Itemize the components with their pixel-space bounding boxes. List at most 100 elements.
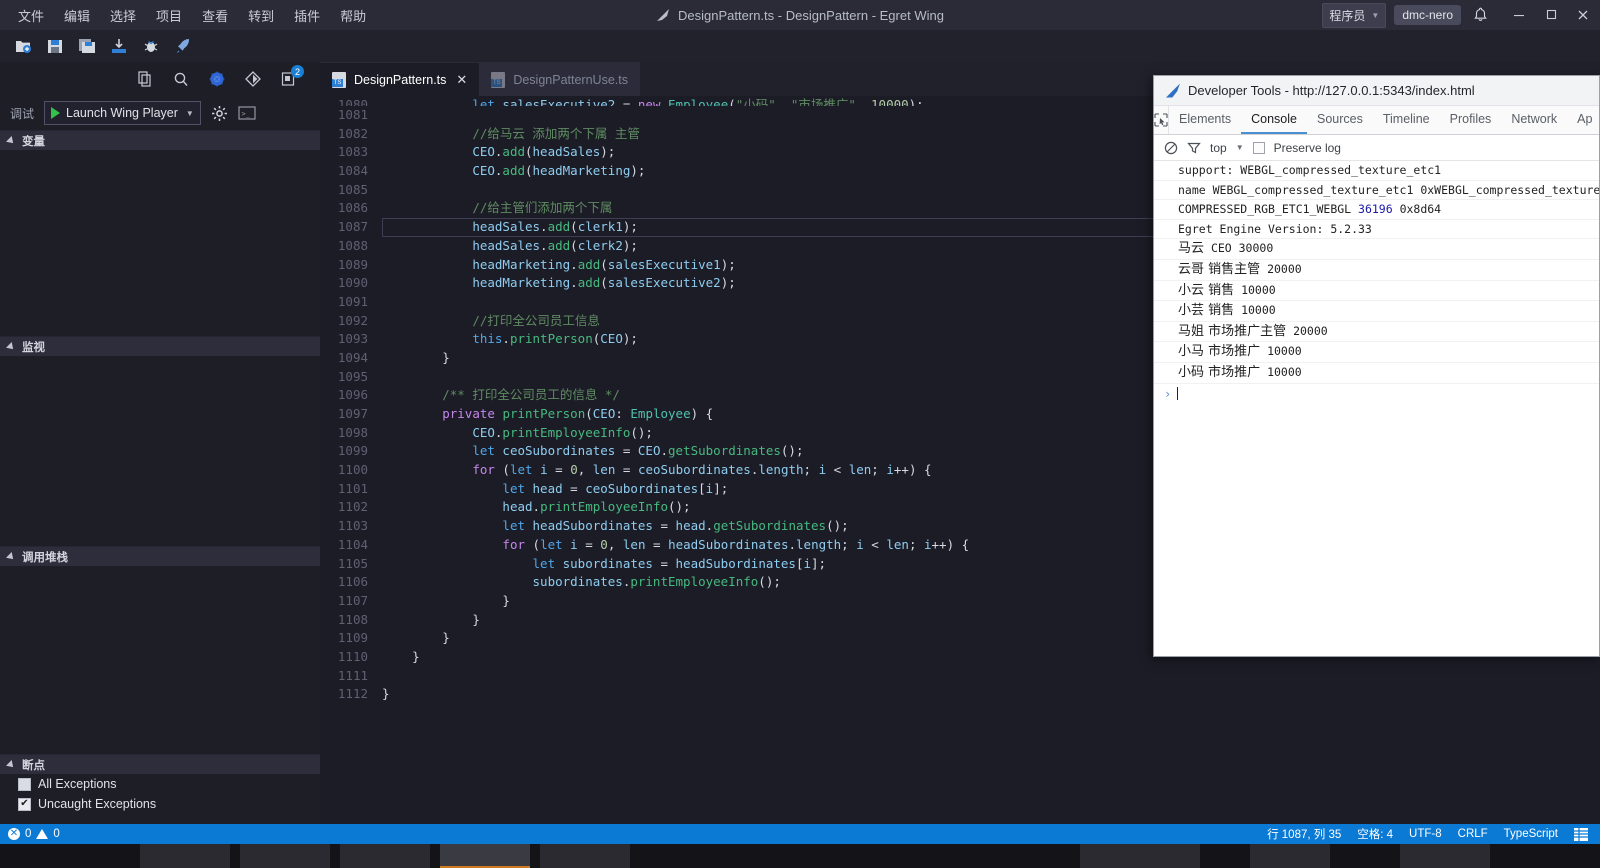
breakpoint-all-exceptions[interactable]: All Exceptions — [0, 774, 320, 794]
filter-icon[interactable] — [1187, 141, 1201, 155]
run-rocket-icon[interactable] — [168, 33, 198, 59]
developer-tools-window: Developer Tools - http://127.0.0.1:5343/… — [1153, 75, 1600, 657]
prompt-arrow-icon: › — [1164, 386, 1172, 401]
save-all-icon[interactable] — [72, 33, 102, 59]
section-variables[interactable]: 变量 — [0, 130, 320, 150]
section-watch[interactable]: 监视 — [0, 336, 320, 356]
line-number: 1106 — [337, 574, 368, 590]
gear-icon[interactable] — [211, 105, 228, 122]
cursor-position[interactable]: 行 1087, 列 35 — [1267, 826, 1341, 842]
line-number: 1108 — [337, 611, 368, 627]
indentation[interactable]: 空格: 4 — [1357, 826, 1393, 842]
tab-label: DesignPattern.ts — [354, 72, 447, 87]
menu-item-plugins[interactable]: 插件 — [284, 2, 330, 29]
line-number: 1112 — [337, 686, 368, 702]
section-title-variables: 变量 — [22, 135, 45, 148]
menu-item-project[interactable]: 项目 — [146, 2, 192, 29]
devtools-tab-console[interactable]: Console — [1241, 106, 1307, 134]
taskbar-item[interactable] — [1080, 844, 1200, 868]
editor-layout-icon[interactable] — [1574, 827, 1588, 841]
role-selector-label: 程序员 — [1329, 8, 1366, 23]
line-number: 1107 — [337, 592, 368, 608]
section-call-stack[interactable]: 调用堆栈 — [0, 546, 320, 566]
taskbar-item-active[interactable] — [440, 844, 530, 868]
encoding[interactable]: UTF-8 — [1409, 828, 1442, 840]
console-line: 马姐 市场推广主管 20000 — [1154, 322, 1599, 343]
egret-wing-window: 文件 编辑 选择 项目 查看 转到 插件 帮助 DesignPattern.ts… — [0, 0, 1600, 868]
console-line: 小马 市场推广 10000 — [1154, 342, 1599, 363]
notification-bell-icon[interactable] — [1473, 7, 1488, 23]
menu-item-select[interactable]: 选择 — [100, 2, 146, 29]
close-icon[interactable]: ✕ — [456, 72, 467, 88]
svg-text:>_: >_ — [241, 110, 250, 118]
minimize-button[interactable] — [1504, 0, 1534, 30]
menu-item-goto[interactable]: 转到 — [238, 2, 284, 29]
line-number: 1086 — [337, 200, 368, 216]
console-input-prompt[interactable]: › — [1154, 384, 1599, 404]
debug-console-icon[interactable]: >_ — [238, 106, 256, 120]
code-text[interactable]: } — [382, 685, 1600, 704]
tab-design-pattern-use-ts[interactable]: DesignPatternUse.ts — [479, 62, 640, 96]
line-number: 1098 — [337, 424, 368, 440]
egret-icon[interactable] — [202, 65, 232, 93]
checkbox-preserve-log[interactable] — [1252, 141, 1265, 154]
breakpoint-uncaught-exceptions[interactable]: ✔ Uncaught Exceptions — [0, 794, 320, 814]
play-icon[interactable] — [51, 107, 61, 119]
status-bar: ✕ 0 0 行 1087, 列 35 空格: 4 UTF-8 CRLF Type… — [0, 824, 1600, 844]
publish-icon[interactable] — [104, 33, 134, 59]
devtools-tab-elements[interactable]: Elements — [1169, 106, 1241, 134]
devtools-tab-network[interactable]: Network — [1501, 106, 1567, 134]
taskbar-item[interactable] — [1250, 844, 1330, 868]
devtools-tab-timeline[interactable]: Timeline — [1373, 106, 1440, 134]
menu-item-file[interactable]: 文件 — [8, 2, 54, 29]
user-badge[interactable]: dmc-nero — [1394, 5, 1461, 25]
debug-bug-icon[interactable] — [136, 33, 166, 59]
checkbox-all-exceptions[interactable] — [18, 777, 31, 791]
line-number: 1102 — [337, 499, 368, 515]
code-line[interactable]: 1111 — [320, 667, 1600, 686]
taskbar-item[interactable] — [140, 844, 230, 868]
line-number: 1105 — [337, 555, 368, 571]
chevron-expanded-icon — [6, 759, 16, 770]
line-number: 1111 — [337, 667, 368, 683]
devtools-title-bar: Developer Tools - http://127.0.0.1:5343/… — [1154, 76, 1599, 106]
status-problems[interactable]: ✕ 0 0 — [0, 828, 60, 840]
taskbar-item[interactable] — [340, 844, 430, 868]
end-of-line[interactable]: CRLF — [1458, 828, 1488, 840]
console-output[interactable]: support: WEBGL_compressed_texture_etc1 na… — [1154, 161, 1599, 656]
close-button[interactable] — [1568, 0, 1598, 30]
extensions-icon[interactable]: 2 — [274, 65, 304, 93]
explorer-icon[interactable] — [130, 65, 160, 93]
title-bar-right: 程序员 ▼ dmc-nero — [1322, 0, 1600, 30]
clear-console-icon[interactable] — [1164, 141, 1178, 155]
new-file-icon[interactable] — [8, 33, 38, 59]
taskbar-item[interactable] — [240, 844, 330, 868]
maximize-button[interactable] — [1536, 0, 1566, 30]
chevron-down-icon[interactable]: ▼ — [1236, 143, 1244, 152]
launch-configuration-select[interactable]: Launch Wing Player ▼ — [44, 101, 201, 125]
menu-item-view[interactable]: 查看 — [192, 2, 238, 29]
devtools-tab-sources[interactable]: Sources — [1307, 106, 1373, 134]
launch-configuration-label: Launch Wing Player — [66, 106, 178, 120]
section-breakpoints[interactable]: 断点 — [0, 754, 320, 774]
devtools-tab-profiles[interactable]: Profiles — [1440, 106, 1502, 134]
console-context-selector[interactable]: top — [1210, 141, 1227, 155]
checkbox-uncaught-exceptions[interactable]: ✔ — [18, 797, 31, 811]
code-text[interactable] — [382, 667, 1600, 686]
menu-item-help[interactable]: 帮助 — [330, 2, 376, 29]
menu-item-edit[interactable]: 编辑 — [54, 2, 100, 29]
error-icon: ✕ — [8, 828, 20, 840]
role-selector[interactable]: 程序员 ▼ — [1322, 2, 1387, 28]
language-mode[interactable]: TypeScript — [1504, 828, 1558, 840]
search-icon[interactable] — [166, 65, 196, 93]
save-icon[interactable] — [40, 33, 70, 59]
tab-design-pattern-ts[interactable]: DesignPattern.ts ✕ — [320, 62, 480, 96]
code-line[interactable]: 1112} — [320, 685, 1600, 704]
line-number: 1083 — [337, 144, 368, 160]
source-control-icon[interactable] — [238, 65, 268, 93]
taskbar-item[interactable] — [540, 844, 630, 868]
inspect-element-icon[interactable] — [1154, 106, 1169, 134]
devtools-tab-application[interactable]: Ap — [1567, 106, 1599, 134]
line-number: 1110 — [337, 648, 368, 664]
taskbar-item[interactable] — [1400, 844, 1490, 868]
